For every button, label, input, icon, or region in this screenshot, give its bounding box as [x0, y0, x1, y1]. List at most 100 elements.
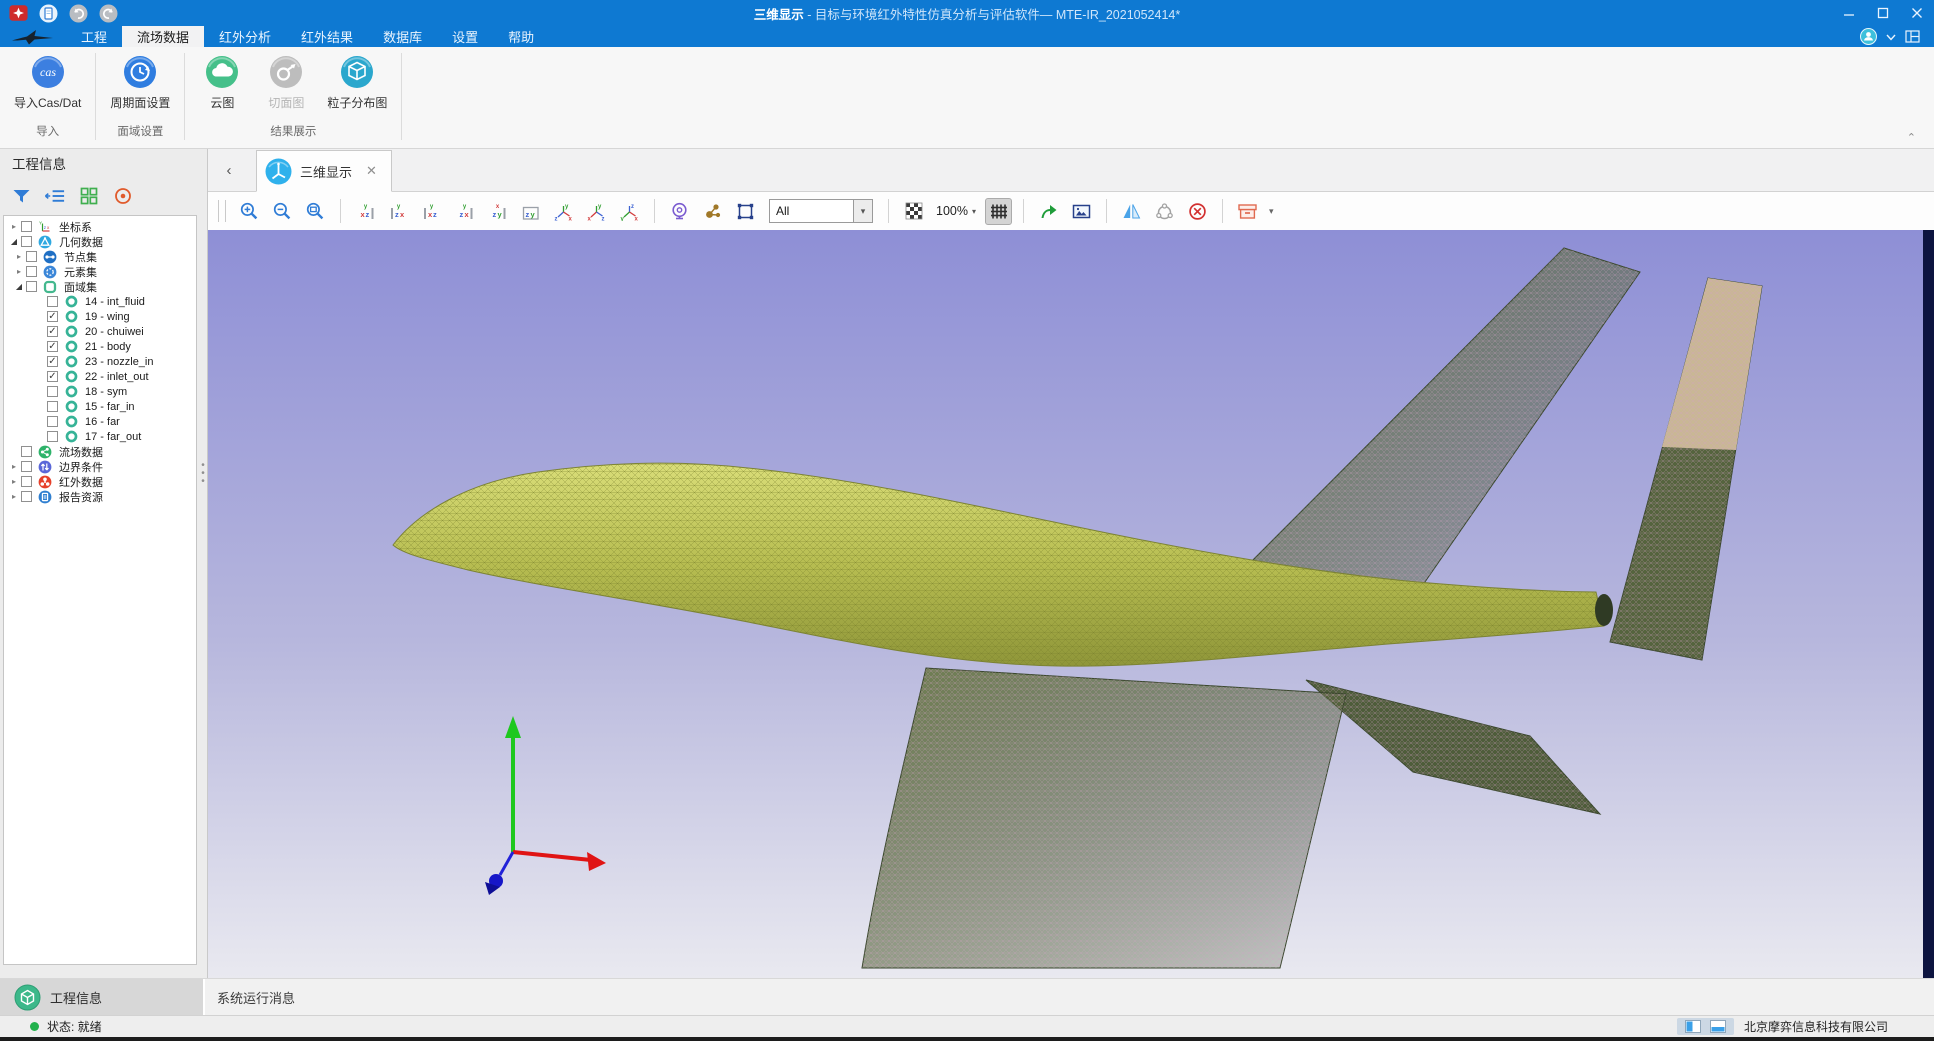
ribbon-button-periodic-face[interactable]: 周期面设置 — [102, 53, 178, 113]
view-front-icon[interactable]: yzx — [385, 198, 412, 225]
tree-item[interactable]: ✓19 - wing — [4, 309, 196, 324]
snapshot-icon[interactable] — [1068, 198, 1095, 225]
tree-checkbox[interactable] — [21, 236, 32, 247]
section-ring-icon[interactable] — [1151, 198, 1178, 225]
collapsed-arrow-icon[interactable]: ▸ — [8, 222, 20, 231]
combo-dropdown-icon[interactable]: ▾ — [853, 200, 872, 222]
collapsed-arrow-icon[interactable]: ▸ — [13, 252, 25, 261]
share-icon[interactable] — [1035, 198, 1062, 225]
tree-item[interactable]: ✓23 - nozzle_in — [4, 354, 196, 369]
tree-checkbox[interactable] — [47, 296, 58, 307]
expanded-arrow-icon[interactable]: ◢ — [8, 237, 20, 246]
tree-checkbox[interactable] — [26, 251, 37, 262]
tree-checkbox[interactable]: ✓ — [47, 341, 58, 352]
tree-item[interactable]: ▸报告资源 — [4, 489, 196, 504]
tree-checkbox[interactable]: ✓ — [47, 326, 58, 337]
layout-grid-icon[interactable] — [1905, 30, 1920, 43]
zoom-fit-icon[interactable] — [302, 198, 329, 225]
zoom-in-icon[interactable] — [236, 198, 263, 225]
tree-item[interactable]: ▸边界条件 — [4, 459, 196, 474]
app-logo-icon[interactable] — [9, 4, 28, 23]
tree-item[interactable]: 17 - far_out — [4, 429, 196, 444]
mirror-icon[interactable] — [1118, 198, 1145, 225]
tree-checkbox[interactable]: ✓ — [47, 311, 58, 322]
tree-checkbox[interactable]: ✓ — [47, 371, 58, 382]
tree-checkbox[interactable] — [21, 461, 32, 472]
collapsed-arrow-icon[interactable]: ▸ — [13, 267, 25, 276]
view-iso-front-icon[interactable]: yzx — [550, 198, 577, 225]
menu-item-5[interactable]: 数据库 — [368, 26, 437, 47]
collapsed-arrow-icon[interactable]: ▸ — [8, 477, 20, 486]
tree-checkbox[interactable] — [47, 431, 58, 442]
pane-left-icon[interactable] — [1685, 1020, 1701, 1033]
minimize-icon[interactable] — [1832, 0, 1866, 26]
view-iso-side-icon[interactable]: zyx — [616, 198, 643, 225]
view-left-icon[interactable]: yxz — [418, 198, 445, 225]
filter-icon[interactable] — [10, 185, 32, 207]
tree-item[interactable]: 15 - far_in — [4, 399, 196, 414]
particle-trace-icon[interactable] — [699, 198, 726, 225]
tree-checkbox[interactable] — [21, 446, 32, 457]
theme-circle-icon[interactable] — [1860, 28, 1877, 45]
menu-item-7[interactable]: 帮助 — [493, 26, 549, 47]
box-zoom-icon[interactable] — [732, 198, 759, 225]
chevron-down-icon[interactable] — [1886, 33, 1896, 41]
tree-item[interactable]: ◢几何数据 — [4, 234, 196, 249]
view-top-icon[interactable]: zy — [517, 198, 544, 225]
menu-item-3[interactable]: 红外分析 — [204, 26, 286, 47]
tree-checkbox[interactable] — [47, 386, 58, 397]
tree-checkbox[interactable] — [21, 476, 32, 487]
surface-filter-select[interactable]: All▾ — [769, 199, 873, 223]
view-right-icon[interactable]: yzx — [451, 198, 478, 225]
viewport-3d-canvas[interactable] — [208, 230, 1934, 978]
panel-splitter[interactable]: ••• — [199, 462, 207, 488]
grid-view-icon[interactable] — [78, 185, 100, 207]
archive-icon[interactable] — [1234, 198, 1261, 225]
maximize-icon[interactable] — [1866, 0, 1900, 26]
clear-icon[interactable] — [1184, 198, 1211, 225]
tree-item[interactable]: ▸Yzx坐标系 — [4, 219, 196, 234]
tree-item[interactable]: ▸元素集 — [4, 264, 196, 279]
tab-close-icon[interactable]: ✕ — [366, 163, 377, 179]
tree-checkbox[interactable] — [21, 491, 32, 502]
transparency-icon[interactable] — [900, 198, 927, 225]
undo-icon[interactable] — [69, 4, 88, 23]
view-iso-back-icon[interactable]: yxz — [583, 198, 610, 225]
bottom-tab-project-info[interactable]: 工程信息 — [0, 979, 205, 1015]
perspective-icon[interactable] — [666, 198, 693, 225]
tree-item[interactable]: 18 - sym — [4, 384, 196, 399]
menu-item-4[interactable]: 红外结果 — [286, 26, 368, 47]
tree-checkbox[interactable] — [47, 401, 58, 412]
archive-dropdown-icon[interactable]: ▾ — [1269, 206, 1274, 217]
tree-item[interactable]: 14 - int_fluid — [4, 294, 196, 309]
ribbon-button-cloud-map[interactable]: 云图 — [191, 53, 253, 113]
ribbon-button-cas-import[interactable]: cas导入Cas/Dat — [6, 53, 89, 113]
collapsed-arrow-icon[interactable]: ▸ — [8, 492, 20, 501]
tree-checkbox[interactable]: ✓ — [47, 356, 58, 367]
tree-item[interactable]: ✓20 - chuiwei — [4, 324, 196, 339]
tree-item[interactable]: ✓22 - inlet_out — [4, 369, 196, 384]
zoom-out-icon[interactable] — [269, 198, 296, 225]
expanded-arrow-icon[interactable]: ◢ — [13, 282, 25, 291]
view-back-icon[interactable]: yxz — [352, 198, 379, 225]
target-icon[interactable] — [112, 185, 134, 207]
menu-item-1[interactable]: 工程 — [66, 26, 122, 47]
zoom-level-dropdown[interactable]: 100%▾ — [936, 204, 976, 218]
tree-item[interactable]: ◢面域集 — [4, 279, 196, 294]
tree-item[interactable]: ✓21 - body — [4, 339, 196, 354]
view-bottom-icon[interactable]: xzy — [484, 198, 511, 225]
tree-item[interactable]: ▸节点集 — [4, 249, 196, 264]
menu-item-2[interactable]: 流场数据 — [122, 26, 204, 47]
tree-checkbox[interactable] — [26, 281, 37, 292]
tree-item[interactable]: ▸红外数据 — [4, 474, 196, 489]
redo-icon[interactable] — [99, 4, 118, 23]
new-doc-icon[interactable] — [39, 4, 58, 23]
grid-icon[interactable] — [985, 198, 1012, 225]
ribbon-button-particle-dist[interactable]: 粒子分布图 — [319, 53, 395, 113]
tab-scroll-left-icon[interactable]: ‹ — [214, 149, 244, 191]
collapsed-arrow-icon[interactable]: ▸ — [8, 462, 20, 471]
collapse-list-icon[interactable] — [44, 185, 66, 207]
tree-checkbox[interactable] — [21, 221, 32, 232]
menu-item-6[interactable]: 设置 — [437, 26, 493, 47]
toolbar-grip[interactable] — [218, 200, 226, 222]
